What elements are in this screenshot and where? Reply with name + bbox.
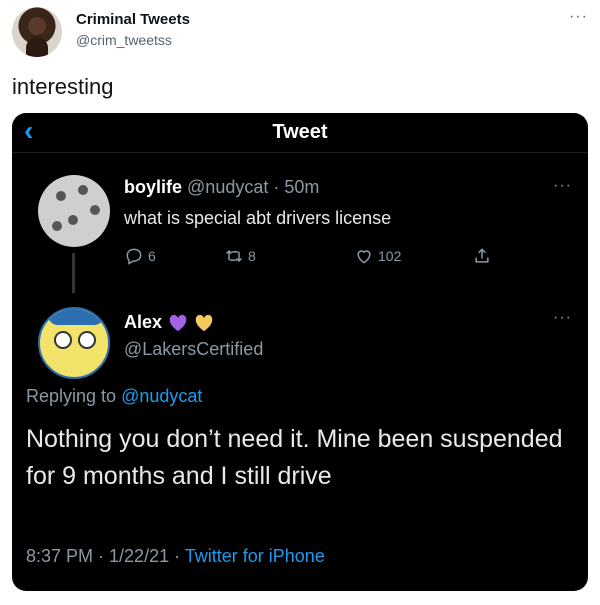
reply-tweet-text: Nothing you don’t need it. Mine been sus… (26, 425, 563, 490)
tweet-actions: 6 8 102 (124, 246, 514, 270)
screenshot-title: Tweet (272, 121, 328, 143)
display-name: boylife (124, 177, 183, 197)
avatar (38, 175, 110, 247)
replying-to: Replying to @nudycat (26, 386, 203, 406)
heart-icon (357, 250, 371, 264)
mention-link: @nudycat (121, 386, 203, 406)
more-options-icon: ··· (553, 309, 572, 326)
user-handle: @LakersCertified (124, 339, 264, 359)
tweet-text: what is special abt drivers license (124, 208, 392, 228)
display-name: Alex (124, 312, 163, 332)
timestamp: 50m (284, 177, 320, 197)
reply-icon (126, 248, 142, 265)
retweet-action: 8 (224, 246, 256, 266)
yellow-heart-icon (195, 314, 213, 331)
reply-count: 6 (148, 248, 156, 264)
tweet-author-line: Alex (124, 312, 214, 333)
thread-connector (72, 253, 75, 293)
like-count: 102 (378, 248, 402, 264)
reply-action: 6 (124, 246, 156, 266)
source-link: Twitter for iPhone (184, 546, 325, 566)
avatar (38, 307, 110, 379)
purple-heart-icon (169, 314, 187, 331)
retweet-icon (225, 249, 243, 263)
display-name[interactable]: Criminal Tweets (76, 11, 190, 28)
share-icon (475, 248, 489, 263)
more-options-icon[interactable]: ··· (569, 8, 588, 26)
screenshot-header: ‹ Tweet (12, 113, 588, 153)
avatar[interactable] (12, 7, 62, 57)
tweet-author-line: boylife @nudycat · 50m (124, 177, 319, 198)
tweet-text: interesting (12, 74, 114, 99)
tweet-footer: 8:37 PM · 1/22/21 · Twitter for iPhone (26, 546, 325, 567)
timestamp: 8:37 PM · 1/22/21 · (26, 546, 185, 566)
more-options-icon: ··· (553, 177, 572, 194)
like-action: 102 (354, 246, 401, 266)
user-handle: @nudycat · 50m (187, 177, 320, 197)
retweet-count: 8 (248, 248, 256, 264)
share-action (472, 246, 492, 266)
user-handle[interactable]: @crim_tweetss (76, 32, 172, 48)
embedded-tweet-screenshot[interactable]: ‹ Tweet boylife @nudycat · 50m ··· what … (12, 113, 588, 591)
